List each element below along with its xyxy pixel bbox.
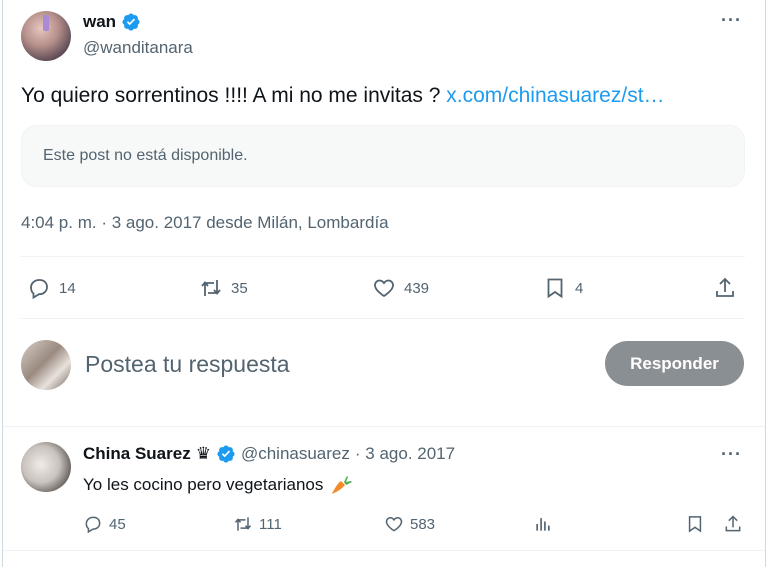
reply-text-body: Yo les cocino pero vegetarianos	[83, 475, 324, 494]
like-count: 439	[404, 279, 430, 297]
divider	[3, 550, 765, 551]
reply-button[interactable]: Responder	[605, 341, 744, 386]
share-action[interactable]	[723, 514, 749, 534]
reply-date[interactable]: · 3 ago. 2017	[355, 444, 455, 464]
quoted-unavailable-text: Este post no está disponible.	[43, 147, 248, 164]
repost-action[interactable]: 111	[233, 514, 282, 534]
reply-action[interactable]: 14	[27, 276, 76, 300]
more-icon[interactable]: ···	[721, 10, 742, 31]
reply-author-name[interactable]: China Suarez	[83, 444, 191, 464]
reply-action[interactable]: 45	[83, 514, 126, 534]
reply-author-handle[interactable]: @chinasuarez	[241, 444, 350, 464]
analytics-action[interactable]	[533, 514, 559, 534]
crown-icon: ♛	[195, 444, 211, 463]
divider	[21, 256, 745, 257]
divider	[21, 318, 745, 319]
share-action[interactable]	[713, 276, 745, 300]
reply-count: 45	[109, 515, 126, 533]
reply-text: Yo les cocino pero vegetarianos	[83, 473, 353, 497]
bookmark-action[interactable]	[685, 514, 711, 534]
tweet-text: Yo quiero sorrentinos !!!! A mi no me in…	[21, 82, 665, 110]
heart-icon	[374, 279, 394, 298]
share-icon	[716, 277, 734, 297]
retweet-icon	[201, 280, 221, 296]
verified-badge-icon	[217, 445, 235, 463]
repost-count: 35	[231, 279, 248, 297]
verified-badge-icon	[122, 13, 140, 31]
divider	[3, 426, 765, 427]
tweet-text-body: Yo quiero sorrentinos !!!! A mi no me in…	[21, 84, 447, 107]
tweet-timestamp[interactable]: 4:04 p. m. · 3 ago. 2017 desde Milán, Lo…	[21, 213, 389, 233]
like-count: 583	[410, 515, 436, 533]
analytics-icon	[536, 518, 550, 531]
bookmark-icon	[688, 516, 702, 533]
like-action[interactable]: 583	[384, 514, 435, 534]
like-action[interactable]: 439	[372, 276, 429, 300]
heart-icon	[385, 516, 403, 532]
bookmark-action[interactable]: 4	[543, 276, 583, 300]
tweet-link[interactable]: x.com/chinasuarez/st…	[446, 84, 664, 107]
retweet-icon	[234, 517, 252, 531]
repost-action[interactable]: 35	[199, 276, 248, 300]
bookmark-icon	[547, 278, 563, 299]
reply-input[interactable]: Postea tu respuesta	[85, 351, 290, 378]
quoted-post-card: Este post no está disponible.	[21, 125, 745, 187]
reply-icon	[85, 516, 101, 534]
reply-icon	[30, 279, 48, 300]
author-avatar[interactable]	[21, 11, 71, 61]
author-handle[interactable]: @wanditanara	[83, 38, 193, 58]
viewer-avatar[interactable]	[21, 340, 71, 390]
share-icon	[725, 515, 741, 532]
timeline-column: wan @wanditanara ··· Yo quiero sorrentin…	[2, 0, 766, 567]
reply-count: 14	[59, 279, 76, 297]
more-icon[interactable]: ···	[721, 444, 742, 465]
repost-count: 111	[259, 515, 282, 533]
bookmark-count: 4	[575, 279, 584, 297]
author-name[interactable]: wan	[83, 12, 116, 32]
carrot-icon	[332, 476, 353, 494]
reply-author-avatar[interactable]	[21, 442, 71, 492]
